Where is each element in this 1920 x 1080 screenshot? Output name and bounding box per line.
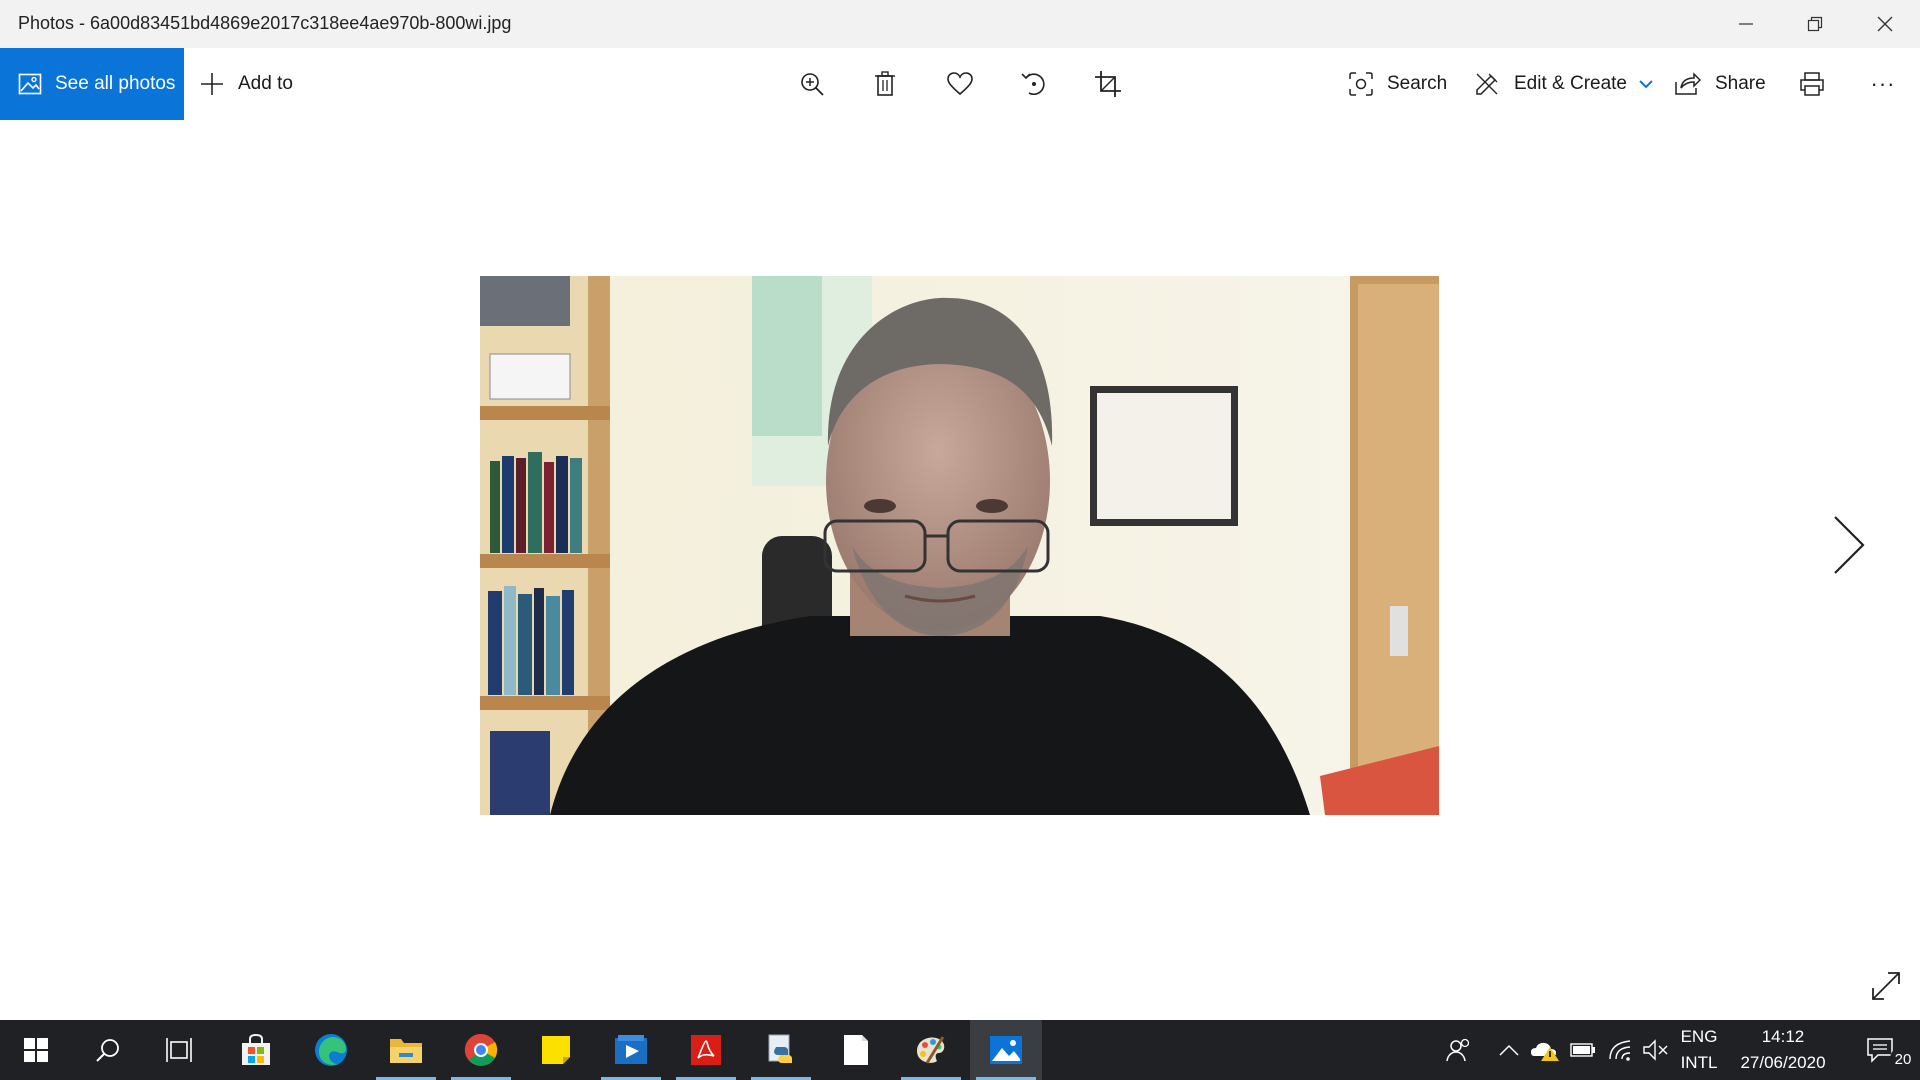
onedrive-warning-button[interactable] — [1528, 1020, 1562, 1080]
title-bar: Photos - 6a00d83451bd4869e2017c318ee4ae9… — [0, 0, 1920, 48]
file-explorer-app[interactable] — [370, 1020, 442, 1080]
wifi-button[interactable] — [1603, 1020, 1637, 1080]
notepad-icon — [844, 1035, 868, 1065]
delete-button[interactable] — [860, 48, 910, 120]
trash-icon — [875, 71, 895, 96]
photo-viewer-image — [480, 276, 1439, 815]
window-title: Photos - 6a00d83451bd4869e2017c318ee4ae9… — [18, 13, 512, 33]
share-label: Share — [1715, 73, 1766, 94]
task-view-icon — [166, 1038, 192, 1062]
rotate-icon — [1021, 73, 1045, 96]
zoom-in-icon — [801, 73, 824, 96]
video-editor-app[interactable] — [595, 1020, 667, 1080]
volume-button[interactable] — [1638, 1020, 1672, 1080]
edge-app[interactable] — [295, 1020, 367, 1080]
share-button[interactable]: Share — [1675, 48, 1766, 120]
print-button[interactable] — [1787, 48, 1837, 120]
add-to-label: Add to — [238, 73, 293, 94]
task-view-button[interactable] — [144, 1020, 216, 1080]
chevron-down-icon — [1639, 79, 1653, 89]
image-icon — [18, 72, 42, 96]
show-hidden-icons-button[interactable] — [1494, 1020, 1524, 1080]
add-to-button[interactable]: Add to — [200, 48, 293, 120]
sticky-notes-icon — [542, 1036, 570, 1064]
search-icon — [96, 1039, 119, 1062]
restore-button[interactable] — [1780, 0, 1850, 48]
paint-icon — [917, 1036, 945, 1064]
close-icon — [1877, 16, 1893, 32]
input-language-button[interactable]: ENG INTL — [1676, 1020, 1722, 1080]
toolbar: See all photos Add to Search Edit & Crea… — [0, 48, 1920, 120]
search-button[interactable]: Search — [1349, 48, 1447, 120]
people-icon — [1446, 1038, 1470, 1062]
battery-button[interactable] — [1566, 1020, 1600, 1080]
crop-icon — [1095, 71, 1121, 97]
share-icon — [1675, 72, 1701, 96]
notepad-app[interactable] — [820, 1020, 892, 1080]
acrobat-icon — [691, 1035, 721, 1065]
minimize-icon — [1739, 23, 1753, 25]
minimize-button[interactable] — [1711, 0, 1781, 48]
clock-date: 27/06/2020 — [1740, 1053, 1826, 1072]
python-icon — [768, 1034, 792, 1063]
search-label: Search — [1387, 73, 1448, 94]
printer-icon — [1800, 72, 1824, 96]
chrome-app[interactable] — [445, 1020, 517, 1080]
visual-search-icon — [1349, 72, 1373, 96]
people-button[interactable] — [1440, 1020, 1476, 1080]
restore-icon — [1807, 16, 1823, 32]
more-button[interactable]: ··· — [1858, 48, 1908, 120]
start-button[interactable] — [0, 1020, 72, 1080]
edit-create-label: Edit & Create — [1514, 73, 1627, 94]
wifi-icon — [1609, 1040, 1631, 1061]
clock-button[interactable]: 14:12 27/06/2020 — [1728, 1020, 1838, 1080]
paint-app[interactable] — [895, 1020, 967, 1080]
rotate-button[interactable] — [1009, 48, 1059, 120]
crop-button[interactable] — [1083, 48, 1133, 120]
heart-icon — [947, 72, 973, 96]
start-icon — [24, 1038, 48, 1062]
taskbar: ENG INTL 14:12 27/06/2020 — [0, 1020, 1920, 1080]
favorite-button[interactable] — [935, 48, 985, 120]
sticky-notes-app[interactable] — [520, 1020, 592, 1080]
expand-icon — [1872, 972, 1900, 1000]
file-explorer-icon — [390, 1039, 422, 1063]
store-icon — [242, 1033, 270, 1065]
video-editor-icon — [615, 1035, 647, 1064]
onedrive-warning-icon — [1531, 1042, 1559, 1061]
edit-create-icon — [1474, 71, 1500, 97]
battery-icon — [1570, 1043, 1595, 1057]
see-all-photos-label: See all photos — [55, 73, 176, 94]
see-all-photos-button[interactable]: See all photos — [0, 48, 184, 120]
edit-create-button[interactable]: Edit & Create — [1474, 48, 1653, 120]
clock-time: 14:12 — [1761, 1027, 1805, 1046]
notification-count-badge: 20 — [1890, 1046, 1916, 1072]
python-app[interactable] — [745, 1020, 817, 1080]
photos-icon — [990, 1036, 1022, 1064]
edge-icon — [315, 1034, 347, 1066]
taskbar-search-button[interactable] — [72, 1020, 144, 1080]
photos-app[interactable] — [970, 1020, 1042, 1080]
store-app[interactable] — [220, 1020, 292, 1080]
next-photo-button[interactable] — [1826, 512, 1872, 578]
plus-icon — [200, 72, 224, 96]
chevron-up-icon — [1499, 1044, 1519, 1056]
keyboard-layout-label: INTL — [1680, 1053, 1718, 1072]
language-label: ENG — [1680, 1027, 1718, 1046]
close-button[interactable] — [1850, 0, 1920, 48]
chevron-right-icon — [1834, 516, 1865, 574]
acrobat-app[interactable] — [670, 1020, 742, 1080]
chrome-icon — [464, 1033, 498, 1066]
fullscreen-button[interactable] — [1866, 966, 1906, 1006]
volume-muted-icon — [1643, 1039, 1668, 1061]
zoom-button[interactable] — [787, 48, 837, 120]
